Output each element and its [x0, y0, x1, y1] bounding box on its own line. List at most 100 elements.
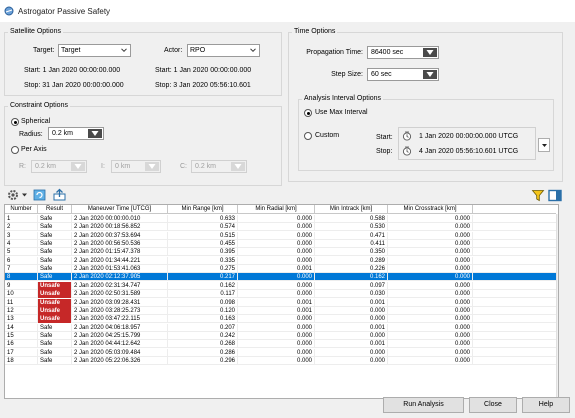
- radius-spin-button[interactable]: [88, 129, 102, 138]
- table-row[interactable]: 5 Safe 2 Jan 2020 01:15:47.378 0.395 0.000 0.…: [5, 248, 556, 257]
- column-header[interactable]: Maneuver Time [UTCG]: [72, 205, 168, 214]
- propagation-time-label: Propagation Time:: [306, 49, 363, 56]
- radius-label: Radius:: [19, 131, 43, 138]
- result-cell: Safe: [38, 356, 72, 365]
- table-row[interactable]: 13 Unsafe 2 Jan 2020 03:47:22.115 0.163 0.00…: [5, 315, 556, 324]
- table-row[interactable]: 8 Safe 2 Jan 2020 02:12:37.905 0.217 0.000 0.…: [5, 273, 556, 282]
- min-range-cell: 0.633: [168, 215, 238, 223]
- maneuver-time-cell: 2 Jan 2020 03:28:25.273: [72, 306, 168, 315]
- number-cell: 1: [5, 215, 38, 223]
- propagation-time-spin-button[interactable]: [423, 48, 437, 57]
- calendar-icon[interactable]: [402, 131, 412, 141]
- spherical-label: Spherical: [21, 118, 51, 125]
- min-intrack-cell: 0.411: [315, 240, 388, 249]
- c-input[interactable]: 0.2 km: [191, 160, 247, 173]
- maneuver-time-cell: 2 Jan 2020 04:44:12.642: [72, 340, 168, 349]
- result-cell: Safe: [38, 340, 72, 349]
- spherical-radio[interactable]: [11, 118, 19, 126]
- table-row[interactable]: 4 Safe 2 Jan 2020 00:56:50.536 0.455 0.000 0.…: [5, 240, 556, 249]
- step-size-input[interactable]: 60 sec: [367, 68, 439, 81]
- min-intrack-cell: 0.000: [315, 306, 388, 315]
- r-spin-button[interactable]: [71, 162, 85, 171]
- result-cell: Unsafe: [38, 306, 72, 315]
- min-range-cell: 0.242: [168, 331, 238, 340]
- min-radial-cell: 0.000: [238, 323, 315, 332]
- interval-dropdown-button[interactable]: [538, 138, 550, 152]
- table-row[interactable]: 1 Safe 2 Jan 2020 00:00:00.010 0.633 0.000 0.…: [5, 215, 556, 223]
- propagation-time-value: 86400 sec: [371, 49, 404, 56]
- run-analysis-button[interactable]: Run Analysis: [383, 397, 464, 413]
- per-axis-radio[interactable]: [11, 146, 19, 154]
- i-input[interactable]: 0 km: [111, 160, 161, 173]
- min-range-cell: 0.117: [168, 290, 238, 299]
- radius-input[interactable]: 0.2 km: [48, 127, 104, 140]
- start-value[interactable]: 1 Jan 2020 00:00:00.000 UTCG: [419, 133, 518, 140]
- result-cell: Safe: [38, 223, 72, 232]
- table-row[interactable]: 2 Safe 2 Jan 2020 00:18:56.852 0.574 0.000 0.…: [5, 223, 556, 232]
- column-header[interactable]: Min Crosstrack [km]: [388, 205, 473, 214]
- vertical-scrollbar[interactable]: [556, 214, 558, 398]
- result-cell: Safe: [38, 248, 72, 257]
- step-size-spin-button[interactable]: [423, 70, 437, 79]
- c-spin-button[interactable]: [231, 162, 245, 171]
- spin-down-icon: [74, 164, 82, 169]
- app-icon: [4, 6, 14, 16]
- column-header[interactable]: Min Intrack [km]: [315, 205, 388, 214]
- constraint-options-title: Constraint Options: [8, 102, 70, 109]
- c-label: C:: [180, 163, 187, 170]
- actor-value: RPO: [190, 47, 206, 54]
- calendar-icon[interactable]: [402, 146, 412, 156]
- custom-interval-radio[interactable]: [304, 132, 312, 140]
- table-row[interactable]: 3 Safe 2 Jan 2020 00:37:53.694 0.515 0.000 0.…: [5, 231, 556, 240]
- export-icon: [53, 188, 66, 201]
- stop-value[interactable]: 4 Jan 2020 05:56:10.601 UTCG: [419, 148, 518, 155]
- help-button[interactable]: Help: [522, 397, 570, 413]
- settings-button[interactable]: [6, 188, 21, 202]
- min-crosstrack-cell: 0.000: [388, 298, 473, 307]
- results-grid[interactable]: Number Result Maneuver Time [UTCG] Min Rang…: [4, 204, 559, 399]
- column-header[interactable]: Number: [5, 205, 38, 214]
- table-row[interactable]: 14 Safe 2 Jan 2020 04:06:18.957 0.207 0.000 0…: [5, 323, 556, 332]
- actor-combo[interactable]: RPO: [187, 44, 260, 57]
- min-radial-cell: 0.001: [238, 265, 315, 274]
- spin-down-icon: [234, 164, 242, 169]
- chevron-down-icon[interactable]: [22, 193, 27, 197]
- min-range-cell: 0.162: [168, 281, 238, 290]
- min-intrack-cell: 0.097: [315, 281, 388, 290]
- target-combo[interactable]: Target: [58, 44, 131, 57]
- number-cell: 15: [5, 331, 38, 340]
- table-row[interactable]: 6 Safe 2 Jan 2020 01:34:44.221 0.335 0.000 0.…: [5, 256, 556, 265]
- chevron-down-icon: [121, 48, 127, 53]
- table-row[interactable]: 16 Safe 2 Jan 2020 04:44:12.642 0.268 0.000 0…: [5, 340, 556, 349]
- export-button[interactable]: [52, 188, 67, 202]
- column-header[interactable]: Result: [38, 205, 72, 214]
- table-row[interactable]: 9 Unsafe 2 Jan 2020 02:31:34.747 0.162 0.000…: [5, 281, 556, 290]
- spin-down-icon: [426, 72, 434, 77]
- use-max-interval-label: Use Max Interval: [315, 109, 368, 116]
- panel-toggle-button[interactable]: [548, 189, 563, 203]
- table-row[interactable]: 12 Unsafe 2 Jan 2020 03:28:25.273 0.120 0.00…: [5, 306, 556, 315]
- dialog-client: Satellite Options Target: Target Actor: …: [0, 22, 575, 418]
- actor-start: Start: 1 Jan 2020 00:00:00.000: [155, 67, 252, 74]
- min-crosstrack-cell: 0.000: [388, 231, 473, 240]
- table-row[interactable]: 15 Safe 2 Jan 2020 04:25:15.799 0.242 0.000 0…: [5, 331, 556, 340]
- i-spin-button[interactable]: [145, 162, 159, 171]
- close-button[interactable]: Close: [469, 397, 517, 413]
- column-header[interactable]: Min Radial [km]: [238, 205, 315, 214]
- table-row[interactable]: 18 Safe 2 Jan 2020 05:22:06.326 0.296 0.000 0…: [5, 356, 556, 365]
- filter-button[interactable]: [531, 189, 546, 203]
- table-row[interactable]: 10 Unsafe 2 Jan 2020 02:50:31.589 0.117 0.00…: [5, 290, 556, 299]
- table-row[interactable]: 17 Safe 2 Jan 2020 05:03:09.484 0.286 0.000 0…: [5, 348, 556, 357]
- min-intrack-cell: 0.000: [315, 348, 388, 357]
- min-range-cell: 0.455: [168, 240, 238, 249]
- propagation-time-input[interactable]: 86400 sec: [367, 46, 439, 59]
- min-intrack-cell: 0.471: [315, 231, 388, 240]
- table-row[interactable]: 7 Safe 2 Jan 2020 01:53:41.063 0.275 0.001 0.…: [5, 265, 556, 274]
- use-max-interval-radio[interactable]: [304, 109, 312, 117]
- table-row[interactable]: 11 Unsafe 2 Jan 2020 03:09:28.431 0.098 0.00…: [5, 298, 556, 307]
- column-header[interactable]: Min Range [km]: [168, 205, 238, 214]
- r-input[interactable]: 0.2 km: [31, 160, 87, 173]
- min-crosstrack-cell: 0.000: [388, 265, 473, 274]
- min-radial-cell: 0.001: [238, 298, 315, 307]
- refresh-button[interactable]: [32, 188, 47, 202]
